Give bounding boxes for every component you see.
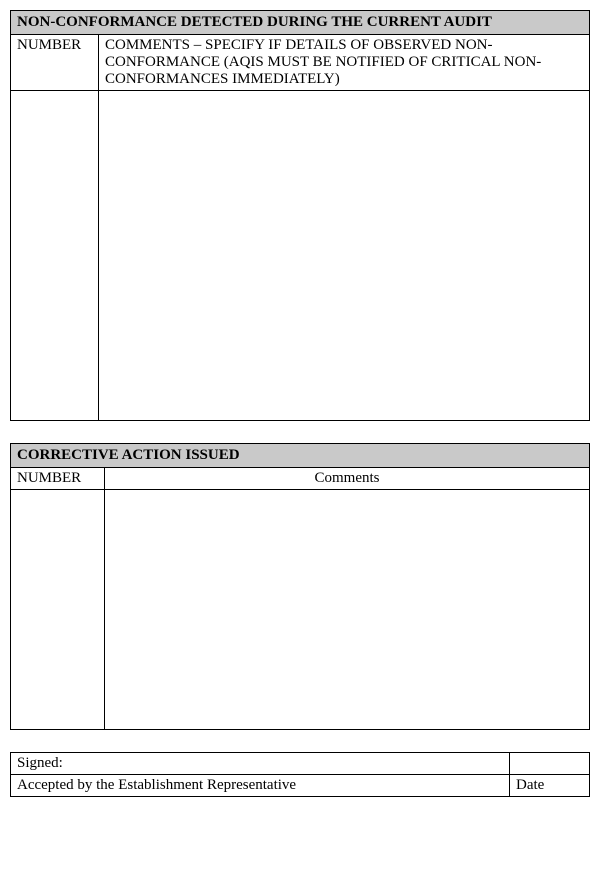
date-label: Date — [510, 775, 590, 797]
accepted-label: Accepted by the Establishment Representa… — [11, 775, 510, 797]
nonconformance-comments-cell — [99, 91, 590, 421]
nonconformance-title: NON-CONFORMANCE DETECTED DURING THE CURR… — [11, 11, 590, 35]
signed-value — [510, 753, 590, 775]
nonconformance-col-comments: COMMENTS – SPECIFY IF DETAILS OF OBSERVE… — [99, 35, 590, 91]
corrective-col-number: NUMBER — [11, 468, 105, 490]
nonconformance-number-cell — [11, 91, 99, 421]
signature-table: Signed: Accepted by the Establishment Re… — [10, 752, 590, 797]
corrective-col-comments: Comments — [105, 468, 590, 490]
nonconformance-table: NON-CONFORMANCE DETECTED DURING THE CURR… — [10, 10, 590, 421]
corrective-title: CORRECTIVE ACTION ISSUED — [11, 444, 590, 468]
signed-label: Signed: — [11, 753, 510, 775]
corrective-action-table: CORRECTIVE ACTION ISSUED NUMBER Comments — [10, 443, 590, 730]
nonconformance-col-number: NUMBER — [11, 35, 99, 91]
corrective-comments-cell — [105, 490, 590, 730]
corrective-number-cell — [11, 490, 105, 730]
